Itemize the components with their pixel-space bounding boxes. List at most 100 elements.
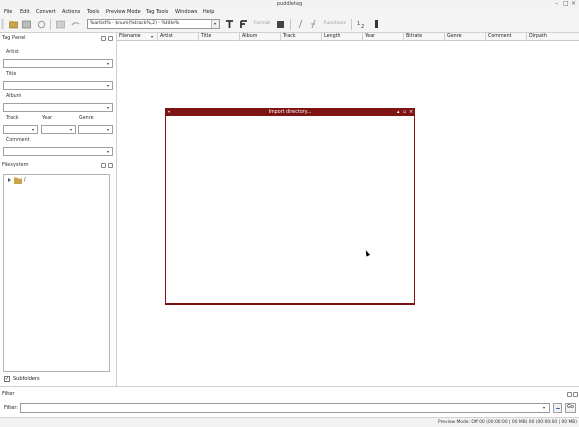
menu-file[interactable]: File	[4, 8, 12, 16]
functions-icon[interactable]	[309, 19, 318, 29]
subfolders-checkbox[interactable]: ✓ Subfolders	[4, 376, 54, 383]
year-combo[interactable]	[41, 125, 76, 134]
panel-float-button[interactable]	[101, 163, 106, 168]
window-titlebar: puddletag – □ ×	[0, 0, 579, 8]
column-comment[interactable]: Comment	[486, 33, 527, 41]
column-year[interactable]: Year	[363, 33, 404, 41]
statusbar: Preview Mode: Off 00 (00:00:00 | 00 MB) …	[0, 417, 579, 427]
column-dirpath[interactable]: Dirpath	[527, 33, 579, 41]
artist-combo[interactable]	[3, 59, 113, 68]
dialog-titlebar[interactable]: Import directory... ▴ ▫ ×	[166, 109, 414, 116]
track-label: Track	[6, 116, 19, 121]
rename-dir-icon[interactable]	[276, 19, 285, 29]
save-icon[interactable]	[56, 19, 65, 29]
autonumber-icon[interactable]: 12	[357, 19, 366, 30]
sort-arrow-icon	[151, 36, 153, 38]
toolbar: %artist% - $num(%track%,2) - %title% For…	[0, 16, 579, 33]
column-title[interactable]: Title	[199, 33, 240, 41]
menubar: File Edit Convert Actions Tools Preview …	[0, 8, 579, 16]
folder-icon	[14, 177, 22, 186]
comment-combo[interactable]	[3, 147, 113, 156]
artist-label: Artist	[6, 50, 19, 55]
functions-button[interactable]: Functions	[324, 19, 346, 29]
tag-to-filename-icon[interactable]	[225, 19, 234, 29]
chevron-down-icon[interactable]	[68, 126, 75, 133]
panel-splitter[interactable]	[116, 33, 117, 386]
chevron-down-icon[interactable]	[105, 60, 112, 67]
text-file-icon[interactable]	[296, 19, 305, 29]
chevron-down-icon[interactable]	[211, 20, 219, 28]
svg-text:1: 1	[357, 21, 360, 27]
album-combo[interactable]	[3, 103, 113, 112]
tree-item-label: /	[24, 177, 26, 183]
panel-close-button[interactable]	[573, 392, 578, 397]
dialog-title: Import directory...	[268, 110, 312, 115]
column-length[interactable]: Length	[322, 33, 363, 41]
genre-combo[interactable]	[78, 125, 113, 134]
menu-tag-tools[interactable]: Tag Tools	[146, 8, 168, 16]
filesystem-title: Filesystem	[2, 162, 29, 168]
menu-actions[interactable]: Actions	[62, 8, 80, 16]
filter-section: Filter Filter: Go	[0, 388, 579, 416]
dialog-minimize-button[interactable]: ▴	[397, 109, 400, 116]
panel-close-button[interactable]	[108, 163, 113, 168]
dialog-maximize-button[interactable]: ▫	[403, 109, 406, 116]
column-genre[interactable]: Genre	[445, 33, 486, 41]
tag-panel-title: Tag Panel	[2, 35, 26, 41]
chevron-down-icon[interactable]	[105, 148, 112, 155]
panel-close-button[interactable]	[108, 36, 113, 41]
chevron-down-icon[interactable]	[105, 126, 112, 133]
chevron-down-icon[interactable]	[105, 104, 112, 111]
menu-windows[interactable]: Windows	[175, 8, 197, 16]
toolbar-separator	[351, 19, 352, 30]
add-folder-icon[interactable]	[22, 19, 31, 29]
panel-float-button[interactable]	[567, 392, 572, 397]
pattern-combo[interactable]: %artist% - $num(%track%,2) - %title%	[87, 19, 220, 29]
import-directory-dialog: Import directory... ▴ ▫ ×	[165, 108, 415, 305]
panel-float-button[interactable]	[101, 36, 106, 41]
go-button[interactable]: Go	[565, 403, 576, 413]
album-label: Album	[6, 94, 22, 99]
menu-edit[interactable]: Edit	[20, 8, 30, 16]
comment-label: Comment	[6, 138, 30, 143]
toolbar-handle-icon	[1, 19, 4, 29]
chevron-down-icon[interactable]	[105, 82, 112, 89]
subfolders-label: Subfolders	[13, 376, 40, 382]
menu-convert[interactable]: Convert	[36, 8, 56, 16]
column-track[interactable]: Track	[281, 33, 322, 41]
toolbar-separator	[50, 19, 51, 30]
horizontal-splitter[interactable]	[0, 386, 579, 387]
menu-help[interactable]: Help	[203, 8, 214, 16]
window-title: puddletag	[276, 1, 303, 7]
title-combo[interactable]	[3, 81, 113, 90]
column-artist[interactable]: Artist	[158, 33, 199, 41]
filter-input[interactable]	[20, 403, 550, 413]
refresh-icon[interactable]	[37, 19, 46, 29]
status-text: Preview Mode: Off 00 (00:00:00 | 00 MB) …	[438, 420, 577, 425]
open-folder-icon[interactable]	[9, 19, 18, 29]
expand-arrow-icon[interactable]	[8, 178, 11, 182]
checkbox-icon[interactable]: ✓	[4, 376, 10, 382]
menu-tools[interactable]: Tools	[87, 8, 99, 16]
close-button[interactable]: ×	[571, 0, 576, 8]
year-label: Year	[42, 116, 53, 121]
dialog-close-button[interactable]: ×	[409, 109, 413, 116]
minimize-button[interactable]: –	[555, 0, 558, 8]
clear-filter-icon[interactable]	[553, 403, 562, 413]
table-header: Filename Artist Title Album Track Length…	[117, 33, 579, 41]
filename-to-tag-icon[interactable]	[239, 19, 248, 29]
tree-item-root[interactable]: /	[7, 177, 47, 184]
chevron-down-icon[interactable]	[541, 404, 549, 412]
undo-icon[interactable]	[71, 19, 80, 29]
clip-icon[interactable]	[372, 19, 381, 29]
format-button[interactable]: Format	[254, 19, 270, 29]
column-bitrate[interactable]: Bitrate	[404, 33, 445, 41]
filter-label: Filter:	[4, 405, 18, 411]
column-album[interactable]: Album	[240, 33, 281, 41]
track-combo[interactable]	[3, 125, 38, 134]
maximize-button[interactable]: □	[563, 0, 569, 8]
svg-text:2: 2	[361, 24, 364, 29]
chevron-down-icon[interactable]	[30, 126, 37, 133]
filesystem-tree[interactable]: /	[3, 174, 110, 372]
menu-preview-mode[interactable]: Preview Mode	[106, 8, 141, 16]
